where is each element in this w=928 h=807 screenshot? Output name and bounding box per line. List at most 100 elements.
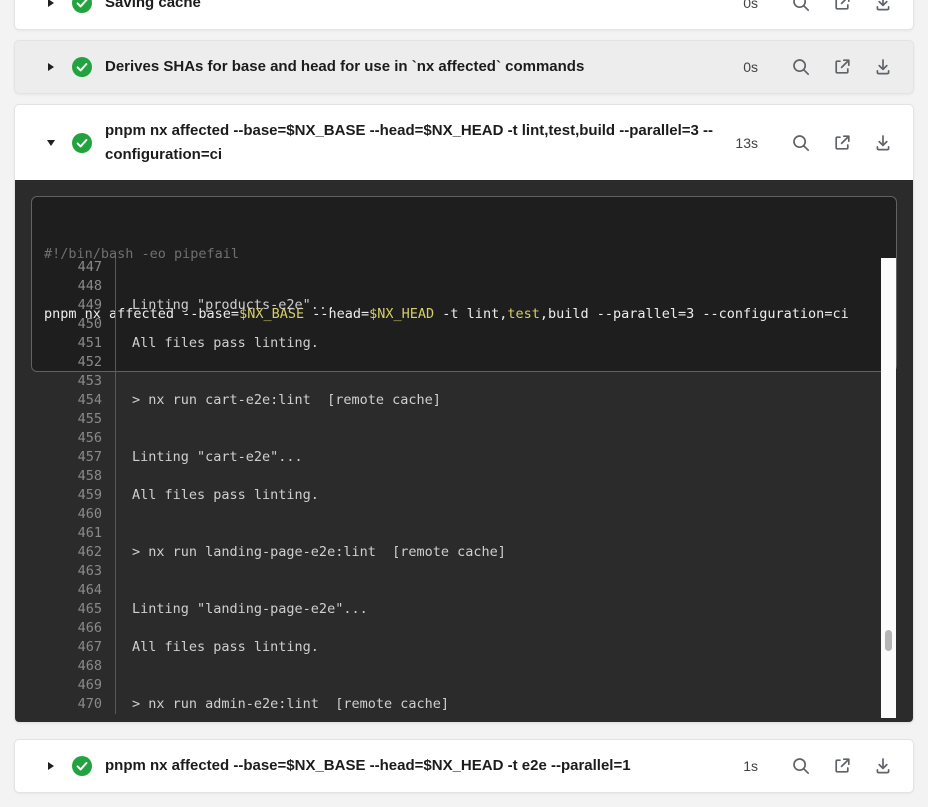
step-row-nx-affected-e2e[interactable]: pnpm nx affected --base=$NX_BASE --head=…: [15, 740, 913, 792]
success-check-icon: [72, 0, 92, 13]
log-line-number: 464: [15, 581, 115, 600]
log-line-number: 449: [15, 296, 115, 315]
log-line-text: [115, 353, 877, 372]
success-check-icon: [72, 133, 92, 153]
step-duration: 13s: [735, 135, 758, 151]
log-line-text: All files pass linting.: [115, 334, 877, 353]
log-line: 468: [15, 657, 877, 676]
log-scrollbar-thumb[interactable]: [885, 630, 892, 651]
log-line-number: 466: [15, 619, 115, 638]
log-line-number: 455: [15, 410, 115, 429]
log-line-text: > nx run admin-e2e:lint [remote cache]: [115, 695, 877, 714]
log-line-number: 467: [15, 638, 115, 657]
log-line-number: 461: [15, 524, 115, 543]
step-card-nx-affected-lint-test-build: pnpm nx affected --base=$NX_BASE --head=…: [14, 104, 914, 723]
log-line-number: 460: [15, 505, 115, 524]
log-line-text: [115, 372, 877, 391]
log-line: 466: [15, 619, 877, 638]
search-icon[interactable]: [791, 57, 811, 77]
log-line: 457Linting "cart-e2e"...: [15, 448, 877, 467]
log-line: 465Linting "landing-page-e2e"...: [15, 600, 877, 619]
log-line: 452: [15, 353, 877, 372]
log-line: 458: [15, 467, 877, 486]
step-card-nx-affected-e2e: pnpm nx affected --base=$NX_BASE --head=…: [14, 739, 914, 793]
open-in-new-icon[interactable]: [832, 0, 852, 13]
open-in-new-icon[interactable]: [832, 133, 852, 153]
log-line: 456: [15, 429, 877, 448]
log-line: 451All files pass linting.: [15, 334, 877, 353]
log-line: 450: [15, 315, 877, 334]
download-icon[interactable]: [873, 57, 893, 77]
log-line: 454> nx run cart-e2e:lint [remote cache]: [15, 391, 877, 410]
search-icon[interactable]: [791, 133, 811, 153]
log-line-text: [115, 581, 877, 600]
chevron-right-icon[interactable]: [45, 0, 57, 7]
log-line-number: 457: [15, 448, 115, 467]
log-line-text: All files pass linting.: [115, 638, 877, 657]
log-line: 453: [15, 372, 877, 391]
log-line-number: 451: [15, 334, 115, 353]
log-line: 461: [15, 524, 877, 543]
step-title: pnpm nx affected --base=$NX_BASE --head=…: [105, 754, 743, 778]
log-line: 462> nx run landing-page-e2e:lint [remot…: [15, 543, 877, 562]
log-line-number: 448: [15, 277, 115, 296]
log-line-number: 459: [15, 486, 115, 505]
chevron-down-icon[interactable]: [45, 140, 57, 146]
log-line-text: Linting "landing-page-e2e"...: [115, 600, 877, 619]
step-duration: 0s: [743, 0, 758, 11]
log-line-text: Linting "products-e2e"...: [115, 296, 877, 315]
log-line-number: 452: [15, 353, 115, 372]
log-line: 447: [15, 258, 877, 277]
log-line-text: Linting "cart-e2e"...: [115, 448, 877, 467]
step-title: Derives SHAs for base and head for use i…: [105, 55, 743, 79]
step-duration: 1s: [743, 758, 758, 774]
log-line: 449Linting "products-e2e"...: [15, 296, 877, 315]
log-line-number: 456: [15, 429, 115, 448]
chevron-right-icon[interactable]: [45, 762, 57, 770]
terminal-output-panel: #!/bin/bash -eo pipefail pnpm nx affecte…: [15, 180, 913, 722]
log-line: 459All files pass linting.: [15, 486, 877, 505]
log-line-text: [115, 429, 877, 448]
log-line: 455: [15, 410, 877, 429]
success-check-icon: [72, 756, 92, 776]
log-line-number: 454: [15, 391, 115, 410]
log-line: 467All files pass linting.: [15, 638, 877, 657]
download-icon[interactable]: [873, 0, 893, 13]
search-icon[interactable]: [791, 756, 811, 776]
step-row-derive-shas[interactable]: Derives SHAs for base and head for use i…: [15, 41, 913, 93]
log-line-text: All files pass linting.: [115, 486, 877, 505]
chevron-right-icon[interactable]: [45, 63, 57, 71]
log-line-text: [115, 315, 877, 334]
log-line-number: 450: [15, 315, 115, 334]
log-line: 470> nx run admin-e2e:lint [remote cache…: [15, 695, 877, 714]
log-line: 460: [15, 505, 877, 524]
log-line-number: 470: [15, 695, 115, 714]
log-line-number: 463: [15, 562, 115, 581]
search-icon[interactable]: [791, 0, 811, 13]
open-in-new-icon[interactable]: [832, 756, 852, 776]
log-line-number: 462: [15, 543, 115, 562]
log-line-number: 465: [15, 600, 115, 619]
log-line-number: 453: [15, 372, 115, 391]
log-line-text: [115, 619, 877, 638]
log-output[interactable]: 447448449Linting "products-e2e"...450451…: [15, 258, 877, 714]
log-line-text: [115, 467, 877, 486]
log-line-text: [115, 277, 877, 296]
log-line: 469: [15, 676, 877, 695]
log-line: 448: [15, 277, 877, 296]
step-row-nx-affected-lint-test-build[interactable]: pnpm nx affected --base=$NX_BASE --head=…: [15, 105, 913, 180]
success-check-icon: [72, 57, 92, 77]
log-scrollbar-track[interactable]: [881, 258, 896, 718]
log-line-number: 458: [15, 467, 115, 486]
log-line: 463: [15, 562, 877, 581]
download-icon[interactable]: [873, 756, 893, 776]
open-in-new-icon[interactable]: [832, 57, 852, 77]
step-row-saving-cache[interactable]: Saving cache 0s: [15, 0, 913, 29]
steps-list: Saving cache 0s Derives SHAs for base an…: [0, 0, 928, 793]
download-icon[interactable]: [873, 133, 893, 153]
log-line: 464: [15, 581, 877, 600]
log-line-text: [115, 258, 877, 277]
log-line-text: [115, 562, 877, 581]
step-duration: 0s: [743, 59, 758, 75]
log-line-number: 447: [15, 258, 115, 277]
